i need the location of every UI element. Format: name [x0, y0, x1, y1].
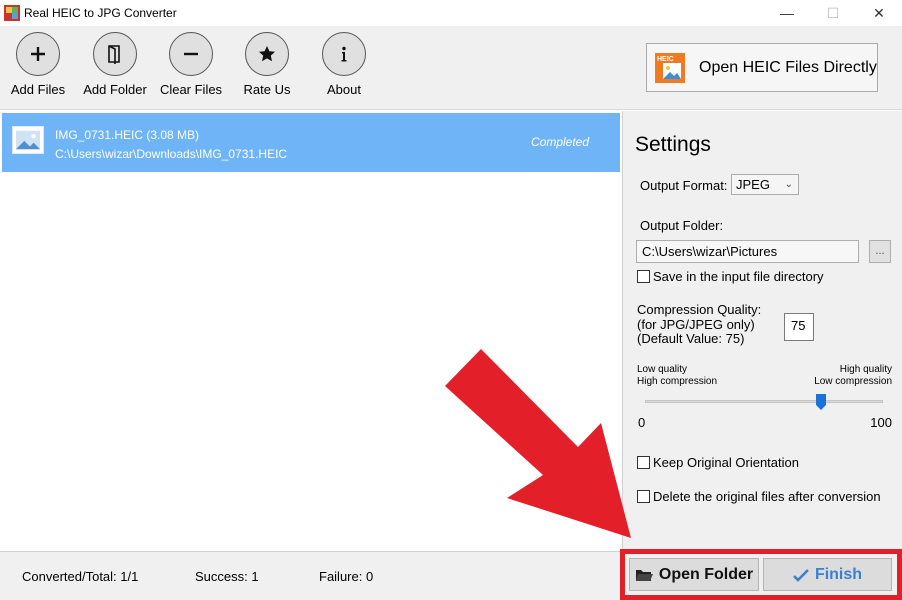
compression-default: (Default Value: 75) [637, 331, 745, 346]
browse-button[interactable]: ... [869, 240, 891, 263]
about-label: About [327, 82, 361, 97]
quality-slider-thumb[interactable] [816, 394, 826, 410]
minus-icon [169, 32, 213, 76]
about-button[interactable]: About [309, 32, 379, 97]
add-files-button[interactable]: Add Files [3, 32, 73, 97]
open-heic-directly-label: Open HEIC Files Directly [699, 58, 877, 76]
high-quality-label: High quality [839, 364, 892, 375]
rate-us-button[interactable]: Rate Us [232, 32, 302, 97]
info-icon [322, 32, 366, 76]
quality-input[interactable]: 75 [784, 313, 814, 341]
output-format-value: JPEG [736, 177, 770, 192]
add-folder-label: Add Folder [83, 82, 147, 97]
window-title: Real HEIC to JPG Converter [24, 6, 177, 20]
list-item[interactable]: IMG_0731.HEIC (3.08 MB) C:\Users\wizar\D… [2, 113, 620, 172]
star-icon [245, 32, 289, 76]
highlight-frame [620, 549, 902, 600]
high-compression-label: High compression [637, 376, 718, 387]
plus-icon [16, 32, 60, 76]
keep-orientation-label: Keep Original Orientation [653, 455, 799, 470]
file-path: C:\Users\wizar\Downloads\IMG_0731.HEIC [55, 147, 288, 161]
minimize-button[interactable]: — [764, 0, 810, 26]
clear-files-label: Clear Files [159, 82, 223, 97]
low-quality-label: Low quality [637, 364, 688, 375]
chevron-down-icon: ⌄ [784, 179, 793, 190]
output-folder-field[interactable]: C:\Users\wizar\Pictures [636, 240, 859, 263]
file-name: IMG_0731.HEIC (3.08 MB) [55, 128, 200, 142]
save-in-input-dir-label: Save in the input file directory [653, 269, 824, 284]
open-heic-directly-button[interactable]: HEIC Open HEIC Files Directly [646, 43, 878, 92]
app-icon [4, 5, 20, 21]
converted-total: Converted/Total: 1/1 [22, 569, 139, 584]
svg-text:HEIC: HEIC [657, 56, 674, 63]
maximize-button[interactable]: ☐ [810, 0, 856, 26]
heic-file-icon: HEIC [655, 52, 685, 83]
compression-quality-label: Compression Quality: [637, 302, 762, 317]
close-button[interactable]: ✕ [856, 0, 902, 26]
low-compression-label: Low compression [814, 376, 892, 387]
title-bar: Real HEIC to JPG Converter — ☐ ✕ [0, 0, 902, 26]
quality-slider-track[interactable] [645, 400, 883, 403]
toolbar: Add Files Add Folder Clear Files Rate Us… [0, 26, 902, 110]
image-thumbnail-icon [12, 126, 44, 154]
folder-icon [93, 32, 137, 76]
clear-files-button[interactable]: Clear Files [156, 32, 226, 97]
delete-originals-label: Delete the original files after conversi… [653, 489, 881, 504]
add-folder-button[interactable]: Add Folder [80, 32, 150, 97]
settings-panel: Settings Output Format: JPEG ⌄ Output Fo… [622, 111, 902, 551]
delete-originals-checkbox[interactable] [637, 490, 650, 503]
keep-orientation-checkbox[interactable] [637, 456, 650, 469]
output-format-select[interactable]: JPEG ⌄ [731, 174, 799, 195]
output-folder-label: Output Folder: [640, 218, 724, 233]
settings-title: Settings [635, 133, 711, 156]
add-files-label: Add Files [10, 82, 66, 97]
success-count: Success: 1 [195, 569, 259, 584]
file-status: Completed [531, 135, 590, 149]
output-format-label: Output Format: [640, 178, 728, 193]
compression-note: (for JPG/JPEG only) [637, 317, 755, 332]
slider-max-label: 100 [870, 415, 892, 430]
save-in-input-dir-checkbox[interactable] [637, 270, 650, 283]
failure-count: Failure: 0 [319, 569, 374, 584]
slider-min-label: 0 [638, 415, 646, 430]
rate-us-label: Rate Us [243, 82, 291, 97]
file-list[interactable]: IMG_0731.HEIC (3.08 MB) C:\Users\wizar\D… [0, 111, 622, 551]
